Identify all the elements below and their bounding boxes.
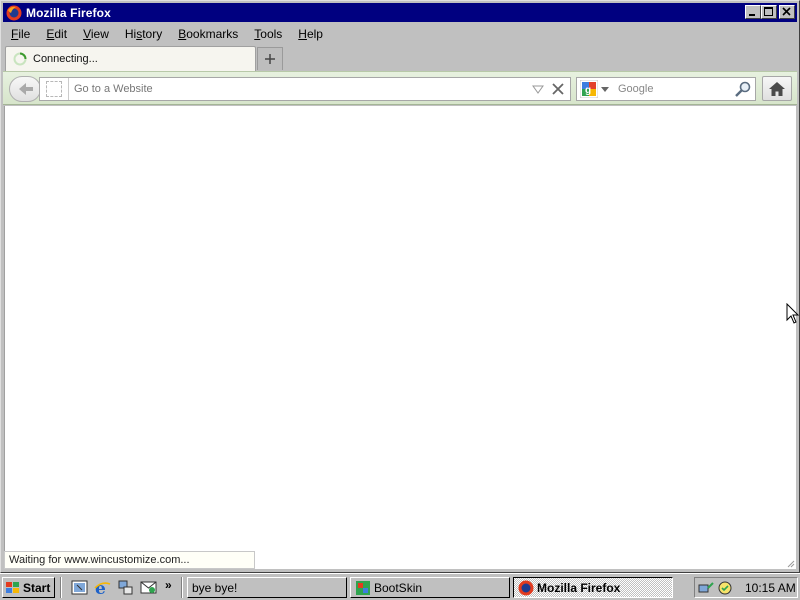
ie-icon[interactable]: e xyxy=(94,579,111,596)
dropmarker-icon[interactable] xyxy=(531,82,545,96)
tray-icon[interactable] xyxy=(717,580,733,596)
stop-icon[interactable] xyxy=(551,82,565,96)
close-button[interactable] xyxy=(779,5,795,19)
menu-view[interactable]: View xyxy=(75,25,117,43)
start-button[interactable]: Start xyxy=(2,577,55,598)
url-bar[interactable]: Go to a Website xyxy=(39,77,571,101)
title-bar[interactable]: Mozilla Firefox xyxy=(3,3,797,22)
tab-label: Connecting... xyxy=(33,53,98,65)
menu-help[interactable]: Help xyxy=(290,25,331,43)
menu-file[interactable]: File xyxy=(3,25,38,43)
clock[interactable]: 10:15 AM xyxy=(745,581,796,595)
navigation-toolbar: Go to a Website g Google xyxy=(3,71,797,105)
maximize-button[interactable] xyxy=(761,5,777,19)
svg-text:g: g xyxy=(585,85,591,96)
tray-network-icon[interactable] xyxy=(698,580,714,596)
task-label: BootSkin xyxy=(374,580,423,595)
menu-tools-label: ools xyxy=(260,27,283,41)
show-desktop-icon[interactable] xyxy=(71,579,88,596)
home-button[interactable] xyxy=(762,76,792,101)
menu-help-label: elp xyxy=(306,27,323,41)
new-tab-icon xyxy=(265,54,275,64)
tab-strip: Connecting... xyxy=(3,45,797,71)
maximize-icon xyxy=(764,7,773,16)
task-bootskin[interactable]: BootSkin xyxy=(350,577,510,598)
firefox-icon xyxy=(6,5,22,20)
status-bar: Waiting for www.wincustomize.com... xyxy=(4,551,255,569)
home-icon xyxy=(769,81,785,96)
resize-grip-icon[interactable] xyxy=(785,558,795,568)
menu-bookmarks[interactable]: Bookmarks xyxy=(170,25,246,43)
menu-history-label-b: tory xyxy=(142,27,163,41)
firefox-window: Mozilla Firefox File Edit View History B… xyxy=(0,0,800,573)
taskbar: Start e » bye bye! BootSkin Mozilla Fire… xyxy=(0,573,800,600)
engine-dropdown-icon[interactable] xyxy=(601,85,609,93)
quicklaunch-overflow[interactable]: » xyxy=(165,578,172,592)
tab-connecting[interactable]: Connecting... xyxy=(5,46,256,71)
page-content[interactable] xyxy=(4,106,796,569)
search-icon[interactable] xyxy=(734,80,752,98)
outlook-icon[interactable] xyxy=(140,579,157,596)
window-title: Mozilla Firefox xyxy=(26,5,111,20)
windows-logo-icon xyxy=(6,581,19,593)
task-bye-bye[interactable]: bye bye! xyxy=(187,577,347,598)
search-bar[interactable]: g Google xyxy=(576,77,756,101)
new-tab-button[interactable] xyxy=(257,47,283,70)
firefox-icon xyxy=(518,580,534,595)
menu-edit[interactable]: Edit xyxy=(38,25,75,43)
menu-bar: File Edit View History Bookmarks Tools H… xyxy=(3,24,797,44)
menu-history[interactable]: History xyxy=(117,25,170,43)
system-tray: 10:15 AM xyxy=(694,577,798,598)
task-label: bye bye! xyxy=(192,580,238,595)
quicklaunch-separator xyxy=(60,577,62,598)
menu-history-label-a: Hi xyxy=(124,27,137,41)
site-identity-icon[interactable] xyxy=(46,81,62,97)
menu-file-label: ile xyxy=(18,27,31,41)
close-icon xyxy=(782,7,791,16)
task-mozilla-firefox[interactable]: Mozilla Firefox xyxy=(513,577,673,598)
minimize-button[interactable] xyxy=(745,5,761,19)
search-input[interactable]: Google xyxy=(618,83,734,95)
menu-tools[interactable]: Tools xyxy=(246,25,290,43)
mouse-cursor-icon xyxy=(786,303,800,324)
minimize-icon xyxy=(749,14,755,16)
menu-help-accel: H xyxy=(298,27,307,41)
taskbar-separator xyxy=(181,577,183,598)
back-arrow-icon xyxy=(19,83,33,95)
menu-bookmarks-label: ookmarks xyxy=(186,27,239,41)
url-input[interactable]: Go to a Website xyxy=(68,78,531,100)
start-label: Start xyxy=(23,580,51,595)
task-label: Mozilla Firefox xyxy=(537,580,621,595)
bootskin-icon xyxy=(356,580,370,595)
menu-view-label: iew xyxy=(90,27,109,41)
network-icon[interactable] xyxy=(117,579,134,596)
menu-view-accel: V xyxy=(83,27,91,41)
menu-edit-label: dit xyxy=(54,27,68,41)
google-icon[interactable]: g xyxy=(580,80,598,98)
back-button[interactable] xyxy=(9,76,41,102)
loading-spinner-icon xyxy=(13,52,27,66)
